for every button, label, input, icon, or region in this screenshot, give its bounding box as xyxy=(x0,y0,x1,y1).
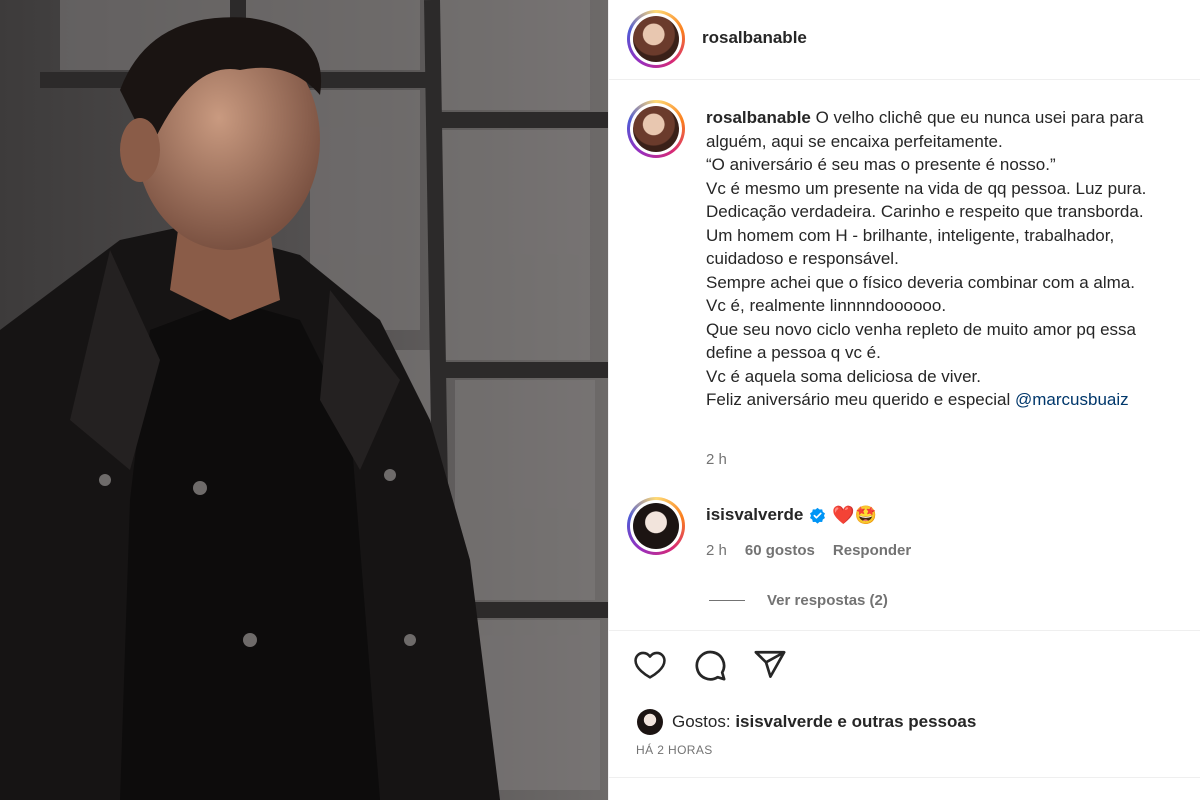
caption-line: Vc é, realmente linnnndoooooo. xyxy=(706,296,947,315)
view-replies-label: Ver respostas (2) xyxy=(767,592,888,609)
author-username[interactable]: rosalbanable xyxy=(702,28,807,48)
action-bar xyxy=(633,648,787,682)
replies-divider xyxy=(709,600,745,601)
post-panel: rosalbanable rosalbanable O velho clichê… xyxy=(608,0,1200,800)
reply-button[interactable]: Responder xyxy=(833,542,911,559)
caption-line: Sempre achei que o físico deveria combin… xyxy=(706,272,1135,292)
comment-meta: 2 h 60 gostos Responder xyxy=(706,542,911,559)
heart-icon[interactable] xyxy=(633,648,667,682)
caption-line: alguém, aqui se encaixa perfeitamente. xyxy=(706,131,1003,151)
caption-line: Um homem com H - brilhante, inteligente,… xyxy=(706,225,1115,245)
verified-icon xyxy=(810,507,826,524)
commenter-avatar[interactable] xyxy=(627,497,685,555)
post-photo xyxy=(0,0,608,800)
mention-link[interactable]: @marcusbuaiz xyxy=(1015,390,1129,409)
caption-line: Feliz aniversário meu querido e especial xyxy=(706,390,1011,409)
comment-icon[interactable] xyxy=(693,648,727,682)
caption-line: define a pessoa q vc é. xyxy=(706,343,881,362)
caption-line: “O aniversário é seu mas o presente é no… xyxy=(706,155,1056,174)
commenter-username[interactable]: isisvalverde xyxy=(706,505,803,525)
caption-line: cuidadoso e responsável. xyxy=(706,249,899,268)
caption-line: Vc é aquela soma deliciosa de viver. xyxy=(706,366,981,386)
likes-summary: Gostos: isisvalverde e outras pessoas xyxy=(637,709,976,735)
divider xyxy=(609,630,1200,631)
caption-avatar[interactable] xyxy=(627,100,685,158)
likes-prefix: Gostos: xyxy=(672,712,731,731)
view-replies-button[interactable]: Ver respostas (2) xyxy=(709,592,888,609)
liker-avatar[interactable] xyxy=(637,709,663,735)
caption-line: Vc é mesmo um presente na vida de qq pes… xyxy=(706,178,1147,198)
caption-timestamp[interactable]: 2 h xyxy=(706,451,727,468)
caption-username[interactable]: rosalbanable xyxy=(706,108,811,127)
author-avatar[interactable] xyxy=(627,10,685,68)
post-timestamp[interactable]: HÁ 2 HORAS xyxy=(636,743,713,757)
share-icon[interactable] xyxy=(753,648,787,682)
caption-line: Que seu novo ciclo venha repleto de muit… xyxy=(706,319,1136,339)
likes-text[interactable]: isisvalverde e outras pessoas xyxy=(735,712,976,731)
caption-line: Dedicação verdadeira. Carinho e respeito… xyxy=(706,202,1144,221)
comment: isisvalverde ❤️🤩 xyxy=(706,505,877,525)
comment-timestamp[interactable]: 2 h xyxy=(706,542,727,559)
post-header: rosalbanable xyxy=(609,0,1200,80)
comment-text: ❤️🤩 xyxy=(832,505,878,525)
divider xyxy=(609,777,1200,778)
comment-likes[interactable]: 60 gostos xyxy=(745,542,815,559)
caption-line: O velho clichê que eu nunca usei para pa… xyxy=(815,108,1144,127)
post-caption: rosalbanable O velho clichê que eu nunca… xyxy=(706,106,1200,412)
